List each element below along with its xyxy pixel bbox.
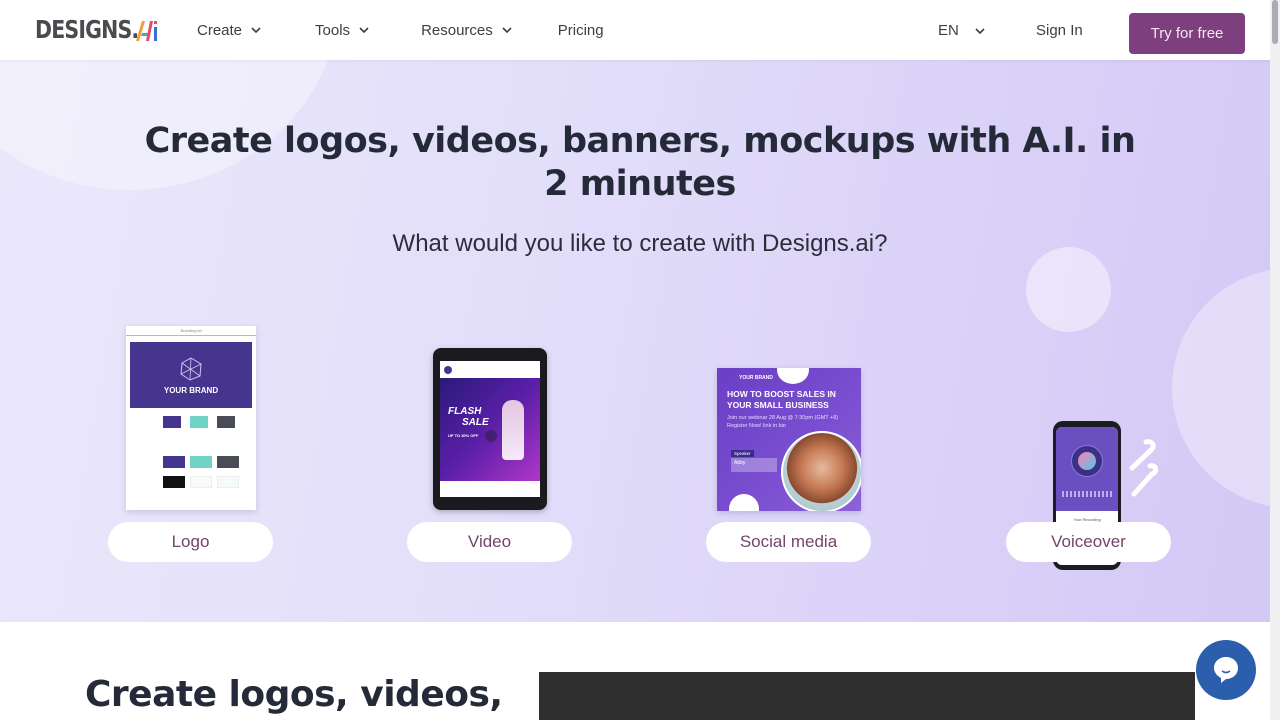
page-scrollbar[interactable] (1270, 0, 1280, 720)
play-icon[interactable] (485, 430, 497, 442)
chat-bubble-icon (1214, 657, 1238, 683)
top-navbar: DESIGNS. Create Tools Resources Pricing … (0, 0, 1270, 60)
language-selector[interactable]: EN (938, 22, 985, 39)
color-swatch (217, 456, 239, 468)
option-voiceover-button[interactable]: Voiceover (1006, 522, 1171, 562)
nav-pricing-label: Pricing (557, 21, 604, 39)
social-brand: YOUR BRAND (739, 375, 773, 381)
logo-ai-mark-icon (136, 21, 157, 41)
section-title: Create logos, videos, (85, 674, 503, 715)
decorative-circle (729, 494, 759, 511)
branding-kit-header: Branding kit (126, 326, 256, 336)
designs-ai-logo[interactable]: DESIGNS. (35, 16, 161, 44)
color-swatch (190, 456, 212, 468)
tablet-video-preview[interactable]: FLASH SALE UP TO 30% OFF (433, 348, 547, 510)
nav-tools[interactable]: Tools (315, 22, 369, 39)
social-headline: HOW TO BOOST SALES IN YOUR SMALL BUSINES… (727, 389, 836, 410)
chevron-down-icon (359, 27, 369, 33)
chevron-down-icon (975, 27, 985, 34)
scrollbar-thumb[interactable] (1272, 0, 1278, 44)
color-swatch (217, 416, 235, 428)
nav-create[interactable]: Create (197, 22, 261, 39)
decorative-circle (1026, 247, 1111, 332)
speaker-photo (781, 431, 861, 511)
nav-resources[interactable]: Resources (421, 22, 512, 39)
flash-sale-image: FLASH SALE UP TO 30% OFF (440, 378, 540, 481)
main-nav: Create Tools Resources Pricing (197, 0, 649, 60)
hero-section: Create logos, videos, banners, mockups w… (0, 60, 1270, 622)
logo-text: DESIGNS. (35, 15, 139, 44)
color-swatch (163, 416, 181, 428)
nav-pricing[interactable]: Pricing (558, 22, 604, 39)
flash-sale-text: FLASH SALE UP TO 30% OFF (448, 406, 489, 438)
speaker-name: Abby (731, 458, 777, 472)
hero-subtitle: What would you like to create with Desig… (392, 230, 888, 257)
color-swatch (190, 476, 212, 488)
recorder-panel (1056, 427, 1118, 511)
social-body: Join our webinar 28 Aug @ 7:30pm (GMT +8… (727, 415, 839, 429)
try-for-free-button[interactable]: Try for free (1129, 13, 1245, 54)
geometric-logo-icon (180, 356, 202, 381)
language-label: EN (938, 22, 959, 39)
option-logo-button[interactable]: Logo (108, 522, 273, 562)
option-social-media-button[interactable]: Social media (706, 522, 871, 562)
social-post-preview[interactable]: YOUR BRAND HOW TO BOOST SALES IN YOUR SM… (717, 368, 861, 511)
color-swatch (163, 476, 185, 488)
brand-label: YOUR BRAND (163, 385, 219, 395)
hero-title: Create logos, videos, banners, mockups w… (144, 121, 1136, 204)
waveform (1062, 491, 1112, 497)
microphone-icon (1071, 445, 1103, 477)
nav-tools-label: Tools (315, 21, 351, 39)
decorative-circle (777, 368, 809, 384)
color-swatch (190, 416, 208, 428)
chat-widget-button[interactable] (1196, 640, 1256, 700)
speaker-tag: Speaker (731, 450, 754, 457)
nav-create-label: Create (197, 21, 243, 39)
page: DESIGNS. Create Tools Resources Pricing … (0, 0, 1280, 720)
brand-banner: YOUR BRAND (130, 342, 252, 408)
chevron-down-icon (251, 27, 261, 33)
option-video-button[interactable]: Video (407, 522, 572, 562)
color-swatch (163, 456, 185, 468)
decorative-circle (1172, 268, 1270, 508)
chevron-down-icon (502, 27, 512, 33)
tablet-screen: FLASH SALE UP TO 30% OFF (440, 361, 540, 497)
earbuds-icon (1129, 439, 1158, 497)
video-panel (539, 672, 1195, 720)
branding-kit-preview[interactable]: Branding kit YOUR BRAND (126, 326, 256, 510)
sign-in-link[interactable]: Sign In (1036, 22, 1083, 39)
person-figure (502, 400, 524, 460)
nav-resources-label: Resources (421, 21, 493, 39)
color-swatch (217, 476, 239, 488)
avatar (444, 366, 452, 374)
